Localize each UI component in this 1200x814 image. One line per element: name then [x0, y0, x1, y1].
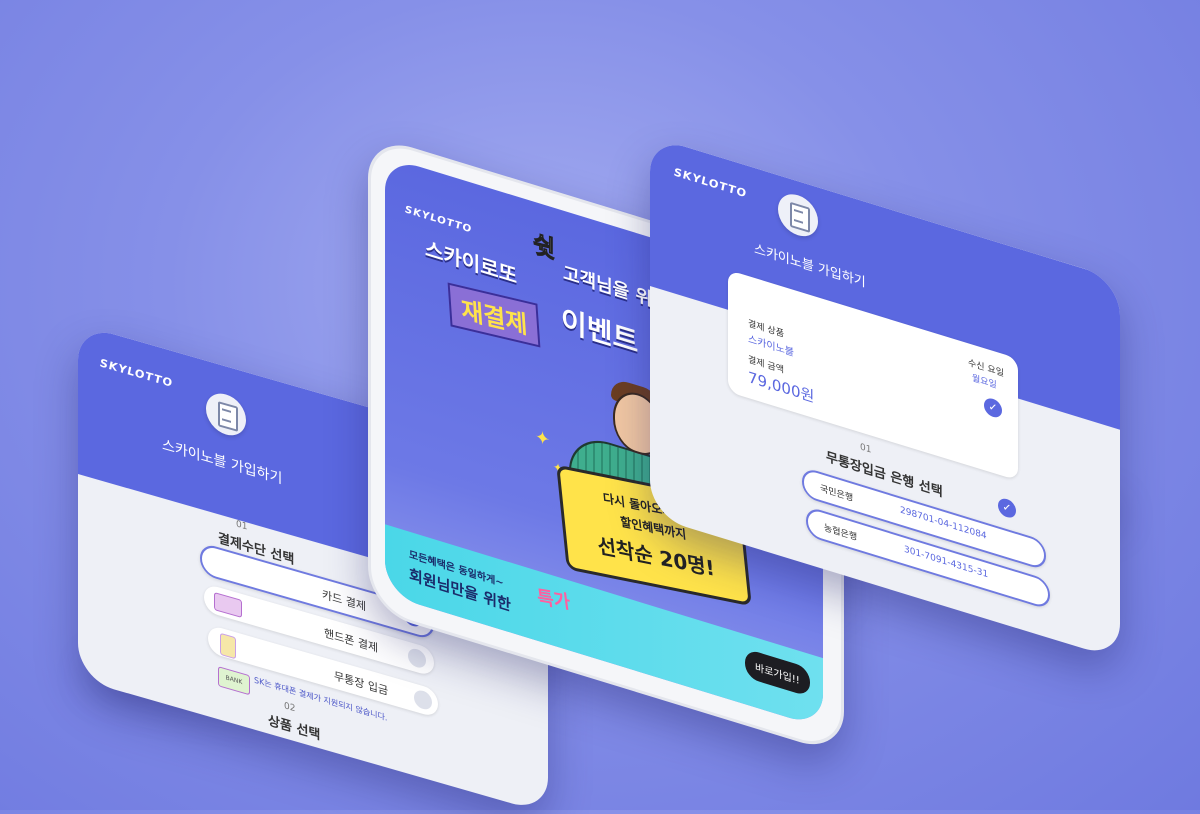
payment-option-label: 핸드폰 결제 — [324, 626, 379, 656]
step-number: 01 — [860, 442, 872, 456]
check-icon[interactable]: ✓ — [984, 396, 1002, 420]
card-icon — [214, 591, 242, 619]
brand-logo: SKYLOTTO — [405, 204, 472, 236]
bank-icon: BANK — [218, 666, 250, 696]
phone-icon — [220, 632, 236, 660]
radio-icon[interactable]: ✓ — [408, 646, 426, 670]
headline-accent: 쉿 — [533, 229, 556, 265]
check-icon[interactable]: ✓ — [998, 496, 1016, 520]
bank-name: 국민은행 — [820, 483, 854, 505]
payment-option-label: 무통장 입금 — [334, 669, 389, 698]
payment-option-label: 카드 결제 — [322, 587, 366, 614]
step2-number: 02 — [284, 701, 296, 715]
join-now-button[interactable]: 바로가입!! — [745, 648, 810, 698]
bank-name: 농협은행 — [824, 523, 858, 544]
event-tag: 재결제 — [447, 282, 541, 348]
step-number: 01 — [236, 519, 248, 533]
bank-icon-label: BANK — [225, 674, 243, 687]
bank-account: 298701-04-112084 — [900, 505, 987, 542]
ad-accent: 특가 — [535, 586, 572, 614]
step2-label: 상품 선택 — [268, 713, 321, 744]
brand-logo-text: SKYLOTTO — [405, 204, 473, 236]
headline-brand: 스카이로또 — [425, 236, 517, 289]
bank-account: 301-7091-4315-31 — [904, 544, 989, 581]
sparkle-icon: ✦ — [535, 426, 551, 452]
event-title: 이벤트 — [561, 303, 639, 360]
radio-icon[interactable]: ✓ — [414, 688, 432, 712]
